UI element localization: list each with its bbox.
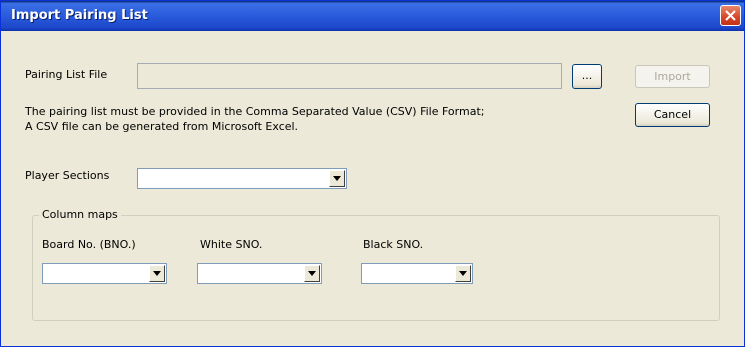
chevron-down-icon — [153, 271, 161, 276]
title-bar[interactable]: Import Pairing List — [1, 1, 744, 31]
player-sections-dropdown-button[interactable] — [329, 170, 345, 187]
cancel-button-label: Cancel — [653, 108, 692, 121]
browse-button-label: ... — [581, 69, 593, 82]
chevron-down-icon — [308, 271, 316, 276]
board-no-select[interactable] — [42, 263, 167, 284]
pairing-list-file-input[interactable] — [137, 63, 562, 89]
csv-info-line-2: A CSV file can be generated from Microso… — [25, 120, 299, 133]
board-no-dropdown-button[interactable] — [149, 265, 165, 282]
black-sno-label: Black SNO. — [363, 238, 424, 251]
import-pairing-list-dialog: Import Pairing List Pairing List File ..… — [0, 0, 745, 347]
white-sno-dropdown-button[interactable] — [304, 265, 320, 282]
import-button-label: Import — [654, 70, 691, 83]
black-sno-select[interactable] — [361, 263, 473, 284]
chevron-down-icon — [333, 176, 341, 181]
black-sno-dropdown-button[interactable] — [455, 265, 471, 282]
import-button[interactable]: Import — [635, 65, 710, 88]
close-button[interactable] — [720, 5, 741, 26]
player-sections-label: Player Sections — [25, 169, 110, 182]
close-icon — [725, 10, 736, 21]
player-sections-select[interactable] — [137, 168, 347, 189]
csv-info-line-1: The pairing list must be provided in the… — [25, 105, 485, 118]
column-maps-legend: Column maps — [39, 208, 121, 221]
browse-button[interactable]: ... — [572, 64, 602, 89]
board-no-label: Board No. (BNO.) — [42, 238, 136, 251]
chevron-down-icon — [459, 271, 467, 276]
white-sno-label: White SNO. — [200, 238, 263, 251]
pairing-list-file-label: Pairing List File — [25, 68, 108, 81]
white-sno-select[interactable] — [197, 263, 322, 284]
cancel-button[interactable]: Cancel — [635, 103, 710, 127]
window-title: Import Pairing List — [11, 8, 148, 23]
